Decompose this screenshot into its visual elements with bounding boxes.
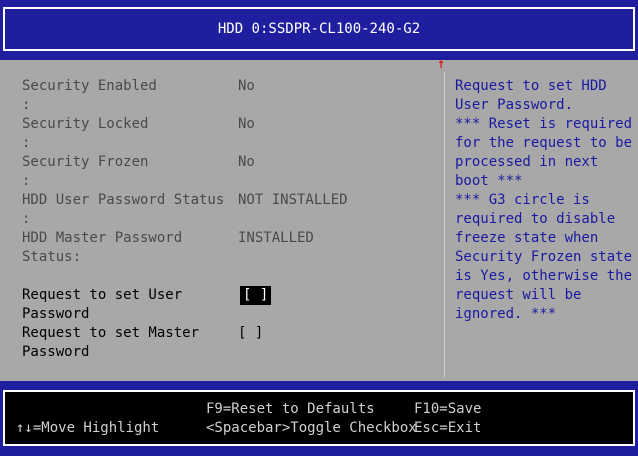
footer-esc-exit: Esc=Exit	[414, 420, 482, 436]
setting-label: HDD User Password Status :	[22, 192, 225, 227]
panel-divider	[444, 72, 445, 377]
setting-label: Security Enabled :	[22, 78, 157, 113]
user-password-checkbox[interactable]: [ ]	[240, 286, 272, 305]
setting-label: Security Locked :	[22, 116, 149, 151]
setting-value: NOT INSTALLED	[238, 192, 348, 208]
request-label: Request to set Master Password	[22, 325, 200, 360]
scroll-up-arrow-icon: ↑	[437, 56, 446, 72]
setting-value: No	[238, 78, 255, 94]
setting-value: INSTALLED	[238, 230, 314, 246]
footer-f10-save: F10=Save	[414, 401, 482, 417]
footer-move-highlight: ↑↓=Move Highlight	[16, 420, 160, 436]
setting-value: No	[238, 154, 255, 170]
setting-label: Security Frozen :	[22, 154, 149, 189]
request-label: Request to set User Password	[22, 287, 183, 322]
page-title: HDD 0:SSDPR-CL100-240-G2	[217, 21, 421, 37]
footer-f9-reset: F9=Reset to Defaults	[206, 401, 375, 417]
footer-spacebar-toggle: <Spacebar>Toggle Checkbox	[206, 420, 417, 436]
help-text: Request to set HDD User Password. *** Re…	[455, 78, 633, 322]
page-title-box: HDD 0:SSDPR-CL100-240-G2	[3, 7, 635, 51]
setting-value: No	[238, 116, 255, 132]
setting-label: HDD Master Password Status:	[22, 230, 183, 265]
master-password-checkbox[interactable]: [ ]	[238, 324, 263, 343]
